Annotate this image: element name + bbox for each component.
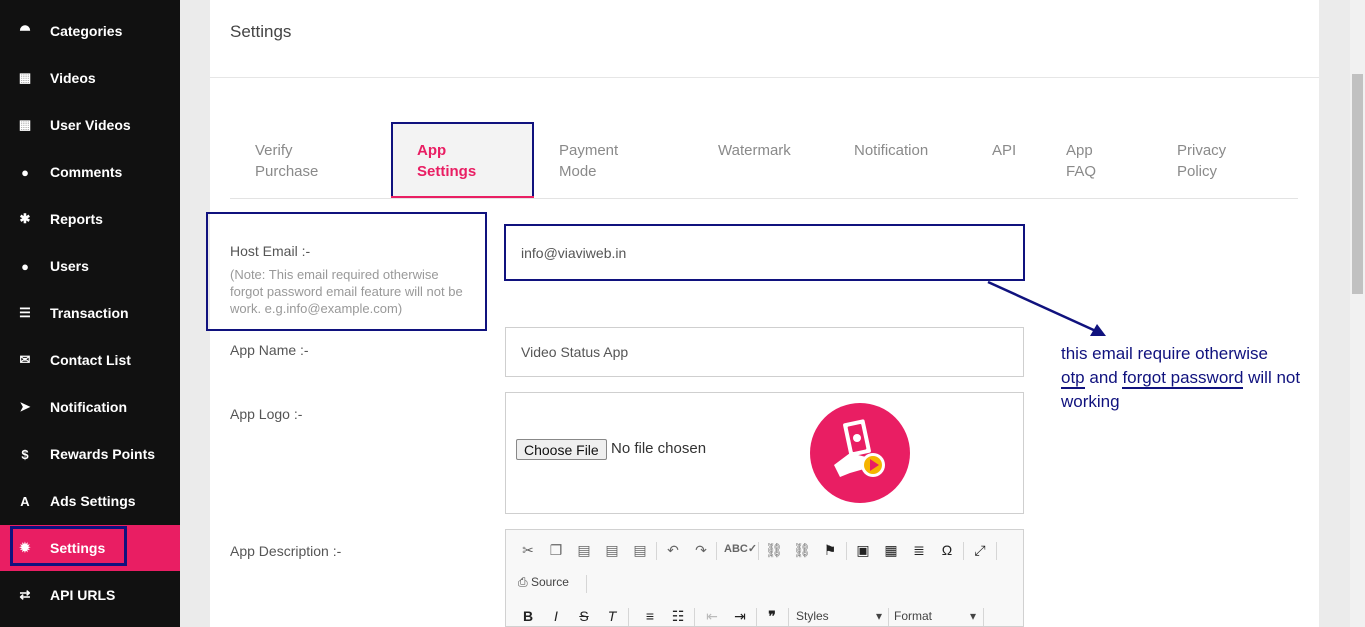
- annotation-arrow: [987, 280, 1106, 336]
- annotation-will-not: will not: [1243, 368, 1301, 387]
- annotation-forgot-password: forgot password: [1122, 368, 1244, 389]
- annotation-line: otp and forgot password will not: [1061, 366, 1361, 390]
- annotation-otp: otp: [1061, 368, 1085, 389]
- annotation-text: this email require otherwise otp and for…: [1061, 342, 1361, 414]
- annotation-and: and: [1084, 368, 1123, 387]
- annotation-line: this email require otherwise: [1061, 344, 1268, 363]
- scrollbar-thumb[interactable]: [1352, 74, 1363, 294]
- annotation-line: working: [1061, 392, 1120, 411]
